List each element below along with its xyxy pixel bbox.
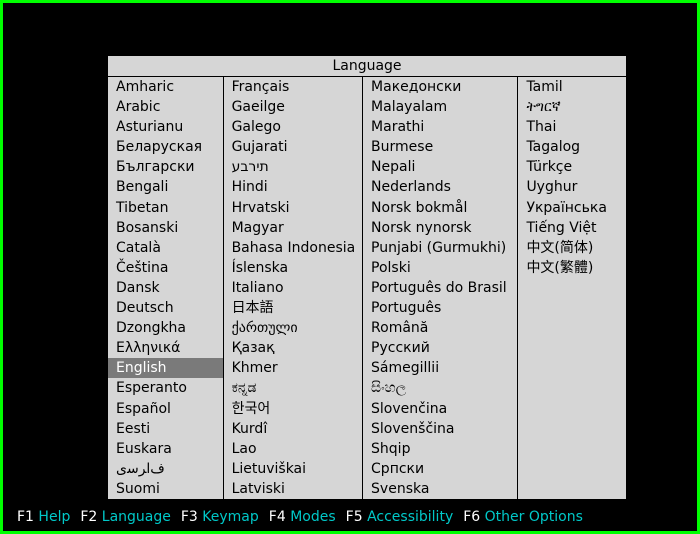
language-option[interactable]: 한국어 (224, 399, 362, 419)
language-option[interactable]: Čeština (108, 258, 223, 278)
language-option[interactable]: Français (224, 77, 362, 97)
language-option[interactable]: Norsk nynorsk (363, 218, 517, 238)
language-option[interactable]: Magyar (224, 218, 362, 238)
fkey-action: Keymap (202, 509, 259, 525)
language-option[interactable]: Tamil (518, 77, 626, 97)
language-option[interactable]: Nepali (363, 157, 517, 177)
language-option[interactable]: Thai (518, 117, 626, 137)
fkey-label: F5 (346, 509, 367, 525)
language-columns: AmharicArabicAsturianuБеларускаяБългарск… (108, 77, 626, 499)
fkey-action: Accessibility (367, 509, 453, 525)
fkey-action: Other Options (485, 509, 583, 525)
language-option[interactable]: Sámegillii (363, 358, 517, 378)
language-option[interactable]: Tiếng Việt (518, 218, 626, 238)
language-option[interactable]: Khmer (224, 358, 362, 378)
language-option[interactable]: Asturianu (108, 117, 223, 137)
language-option[interactable]: Amharic (108, 77, 223, 97)
language-option[interactable]: Lietuviškai (224, 459, 362, 479)
fkey-action: Language (102, 509, 171, 525)
language-option[interactable]: Македонски (363, 77, 517, 97)
fkey-label: F6 (463, 509, 484, 525)
language-option[interactable]: Русский (363, 338, 517, 358)
language-option[interactable]: Українська (518, 198, 626, 218)
fkey-f1[interactable]: F1 Help (17, 509, 70, 525)
language-option[interactable]: Tagalog (518, 137, 626, 157)
language-option[interactable]: Arabic (108, 97, 223, 117)
language-option[interactable]: Hindi (224, 177, 362, 197)
language-option[interactable]: Italiano (224, 278, 362, 298)
language-option[interactable]: Deutsch (108, 298, 223, 318)
language-option[interactable]: Dansk (108, 278, 223, 298)
language-option[interactable]: Punjabi (Gurmukhi) (363, 238, 517, 258)
language-option[interactable]: Беларуская (108, 137, 223, 157)
language-option[interactable]: Tibetan (108, 198, 223, 218)
fkey-action: Modes (290, 509, 335, 525)
language-option[interactable]: Bosanski (108, 218, 223, 238)
language-option[interactable]: Uyghur (518, 177, 626, 197)
language-option[interactable]: Српски (363, 459, 517, 479)
fkey-label: F3 (181, 509, 202, 525)
fkey-f6[interactable]: F6 Other Options (463, 509, 583, 525)
language-option[interactable]: Shqip (363, 439, 517, 459)
language-option[interactable]: සිංහල (363, 378, 517, 398)
language-option[interactable]: Burmese (363, 137, 517, 157)
language-option[interactable]: Latviski (224, 479, 362, 499)
fkey-label: F2 (80, 509, 101, 525)
language-option[interactable]: ትግርኛ (518, 97, 626, 117)
language-option[interactable]: Íslenska (224, 258, 362, 278)
language-option[interactable]: Қазақ (224, 338, 362, 358)
language-option[interactable]: Galego (224, 117, 362, 137)
language-option[interactable]: Bahasa Indonesia (224, 238, 362, 258)
language-column: FrançaisGaeilgeGalegoGujaratiתירבעHindiH… (224, 77, 363, 499)
language-option[interactable]: Gujarati (224, 137, 362, 157)
language-option[interactable]: ಕನ್ನಡ (224, 378, 362, 398)
language-option[interactable]: Português (363, 298, 517, 318)
language-option[interactable]: Kurdî (224, 419, 362, 439)
language-option[interactable]: Nederlands (363, 177, 517, 197)
language-option[interactable]: 中文(简体) (518, 238, 626, 258)
fkey-label: F1 (17, 509, 38, 525)
language-option[interactable]: Svenska (363, 479, 517, 499)
language-option[interactable]: Polski (363, 258, 517, 278)
language-dialog: Language AmharicArabicAsturianuБеларуска… (107, 55, 627, 500)
language-column: AmharicArabicAsturianuБеларускаяБългарск… (108, 77, 224, 499)
language-option[interactable]: Español (108, 399, 223, 419)
function-key-bar: F1 Help F2 Language F3 Keymap F4 Modes F5 Ac… (17, 509, 687, 525)
language-option[interactable]: תירבע (224, 157, 362, 177)
language-option[interactable]: Esperanto (108, 378, 223, 398)
language-column: TamilትግርኛThaiTagalogTürkçeUyghurУкраїнсь… (518, 77, 626, 499)
fkey-f5[interactable]: F5 Accessibility (346, 509, 454, 525)
language-option[interactable]: ﻑﺍﺮﺳی (108, 459, 223, 479)
language-option[interactable]: Gaeilge (224, 97, 362, 117)
language-column: МакедонскиMalayalamMarathiBurmeseNepaliN… (363, 77, 518, 499)
fkey-action: Help (38, 509, 70, 525)
language-option[interactable]: Euskara (108, 439, 223, 459)
language-option[interactable]: Slovenčina (363, 399, 517, 419)
language-option[interactable]: Norsk bokmål (363, 198, 517, 218)
language-option[interactable]: English (108, 358, 223, 378)
language-option[interactable]: Türkçe (518, 157, 626, 177)
fkey-f4[interactable]: F4 Modes (269, 509, 336, 525)
language-option[interactable]: ქართული (224, 318, 362, 338)
language-option[interactable]: 日本語 (224, 298, 362, 318)
language-option[interactable]: Hrvatski (224, 198, 362, 218)
dialog-title: Language (108, 56, 626, 77)
language-option[interactable]: Slovenščina (363, 419, 517, 439)
fkey-f3[interactable]: F3 Keymap (181, 509, 259, 525)
fkey-label: F4 (269, 509, 290, 525)
language-option[interactable]: Română (363, 318, 517, 338)
language-option[interactable]: Bengali (108, 177, 223, 197)
language-option[interactable]: Eesti (108, 419, 223, 439)
language-option[interactable]: 中文(繁體) (518, 258, 626, 278)
language-option[interactable]: Suomi (108, 479, 223, 499)
language-option[interactable]: Português do Brasil (363, 278, 517, 298)
language-option[interactable]: Lao (224, 439, 362, 459)
language-option[interactable]: Malayalam (363, 97, 517, 117)
language-option[interactable]: Dzongkha (108, 318, 223, 338)
language-option[interactable]: Ελληνικά (108, 338, 223, 358)
language-option[interactable]: Marathi (363, 117, 517, 137)
language-option[interactable]: Català (108, 238, 223, 258)
language-option[interactable]: Български (108, 157, 223, 177)
fkey-f2[interactable]: F2 Language (80, 509, 171, 525)
